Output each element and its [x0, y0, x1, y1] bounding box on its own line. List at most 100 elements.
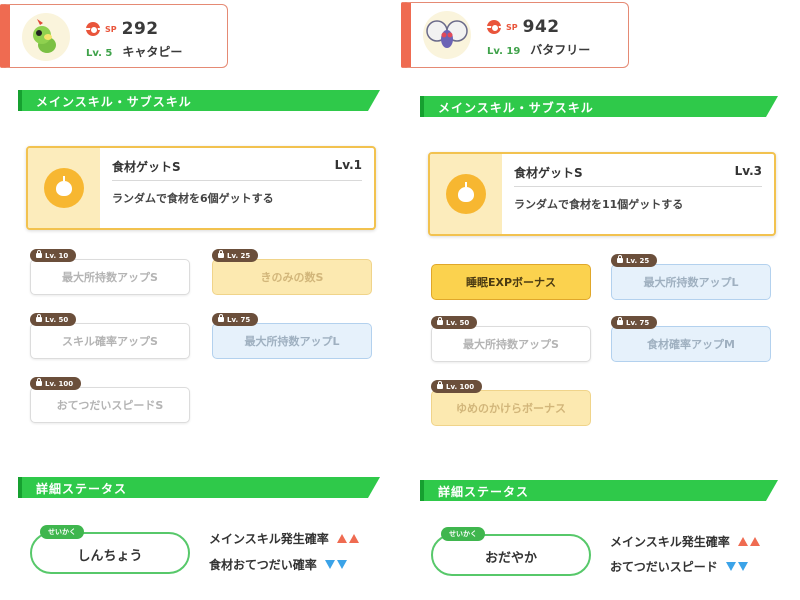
- divider: [514, 186, 762, 187]
- sp-label: SP: [105, 24, 117, 34]
- decrease-arrows-icon: [725, 562, 748, 571]
- lock-icon: [617, 255, 623, 263]
- lock-badge: Lv. 25: [611, 254, 658, 267]
- sub-skill-lv100[interactable]: Lv. 100 おてつだいスピードS: [30, 377, 190, 423]
- effect-label: 食材おてつだい確率: [209, 558, 317, 572]
- lock-badge: Lv. 50: [431, 316, 478, 329]
- sub-skill-label: おてつだいスピードS: [30, 387, 190, 423]
- sub-skill-label: スキル確率アップS: [30, 323, 190, 359]
- section-title: メインスキル・サブスキル: [36, 95, 192, 109]
- unlock-level: Lv. 50: [45, 315, 69, 324]
- unlock-level: Lv. 100: [446, 382, 475, 391]
- unlock-level: Lv. 25: [626, 256, 650, 265]
- apple-icon: [446, 174, 486, 214]
- nature-effect-down: 食材おてつだい確率: [209, 556, 347, 573]
- sub-skill-label: きのみの数S: [212, 259, 372, 295]
- nature-badge: せいかく: [40, 525, 84, 539]
- pokemon-header-card[interactable]: SP 292 Lv. 5 キャタピー: [0, 4, 228, 68]
- lock-badge: Lv. 100: [30, 377, 82, 390]
- level-name-row: Lv. 5 キャタピー: [86, 43, 182, 60]
- main-skill-icon-area: [28, 148, 100, 228]
- unlock-level: Lv. 75: [626, 318, 650, 327]
- sub-skill-lv25[interactable]: Lv. 25 きのみの数S: [212, 249, 372, 295]
- lock-icon: [617, 317, 623, 325]
- increase-arrows-icon: [737, 537, 760, 546]
- lock-badge: Lv. 25: [212, 249, 259, 262]
- pokemon-name: キャタピー: [122, 45, 183, 59]
- unlock-level: Lv. 50: [446, 318, 470, 327]
- sub-skill-unlocked[interactable]: 睡眠EXPボーナス: [431, 264, 591, 300]
- sub-skill-label: ゆめのかけらボーナス: [431, 390, 591, 426]
- decrease-arrows-icon: [324, 560, 347, 569]
- sub-skill-label: 最大所持数アップL: [212, 323, 372, 359]
- pokemon-header-card[interactable]: SP 942 Lv. 19 バタフリー: [401, 2, 629, 68]
- sp-row: SP 942: [487, 17, 560, 37]
- sub-skill-lv75[interactable]: Lv. 75 最大所持数アップL: [212, 313, 372, 359]
- main-skill-card[interactable]: 食材ゲットS Lv.3 ランダムで食材を11個ゲットする: [428, 152, 776, 236]
- sub-skill-lv25[interactable]: Lv. 25 最大所持数アップL: [611, 254, 771, 300]
- effect-label: おてつだいスピード: [610, 560, 718, 574]
- lock-icon: [437, 381, 443, 389]
- sub-skill-lv10[interactable]: Lv. 10 最大所持数アップS: [30, 249, 190, 295]
- apple-icon: [44, 168, 84, 208]
- nature-box[interactable]: せいかく おだやか: [431, 527, 591, 576]
- nature-value: しんちょう: [77, 549, 143, 564]
- section-title: 詳細ステータス: [438, 485, 530, 499]
- nature-badge: せいかく: [441, 527, 485, 541]
- unlock-level: Lv. 25: [227, 251, 251, 260]
- sub-skill-label: 睡眠EXPボーナス: [431, 264, 591, 300]
- lock-icon: [437, 317, 443, 325]
- sub-skill-lv50[interactable]: Lv. 50 スキル確率アップS: [30, 313, 190, 359]
- status-section-header: 詳細ステータス: [18, 477, 380, 498]
- main-skill-name: 食材ゲットS: [112, 160, 181, 174]
- pokemon-name: バタフリー: [530, 43, 591, 57]
- lock-icon: [36, 250, 42, 258]
- right-pokemon-panel: SP 942 Lv. 19 バタフリー メインスキル・サブスキル 食材ゲットS …: [400, 0, 800, 600]
- butterfree-avatar: [423, 11, 471, 59]
- section-title: メインスキル・サブスキル: [438, 101, 594, 115]
- skills-section-header: メインスキル・サブスキル: [18, 90, 380, 111]
- effect-label: メインスキル発生確率: [209, 532, 329, 546]
- sub-skill-label: 食材確率アップM: [611, 326, 771, 362]
- lock-badge: Lv. 75: [212, 313, 259, 326]
- sub-skill-lv100[interactable]: Lv. 100 ゆめのかけらボーナス: [431, 380, 591, 426]
- main-skill-card[interactable]: 食材ゲットS Lv.1 ランダムで食材を6個ゲットする: [26, 146, 376, 230]
- sp-row: SP 292: [86, 19, 159, 39]
- sp-label: SP: [506, 22, 518, 32]
- lock-badge: Lv. 75: [611, 316, 658, 329]
- nature-effect-up: メインスキル発生確率: [610, 533, 760, 550]
- main-skill-description: ランダムで食材を11個ゲットする: [514, 198, 684, 211]
- divider: [112, 180, 362, 181]
- main-skill-level: Lv.3: [734, 164, 762, 178]
- lock-icon: [218, 314, 224, 322]
- main-skill-level: Lv.1: [334, 158, 362, 172]
- sub-skill-label: 最大所持数アップS: [431, 326, 591, 362]
- unlock-level: Lv. 10: [45, 251, 69, 260]
- nature-effect-up: メインスキル発生確率: [209, 530, 359, 547]
- main-skill-icon-area: [430, 154, 502, 234]
- increase-arrows-icon: [336, 534, 359, 543]
- sub-skill-label: 最大所持数アップS: [30, 259, 190, 295]
- nature-value: おだやか: [484, 551, 537, 566]
- nature-box[interactable]: せいかく しんちょう: [30, 525, 190, 574]
- lock-badge: Lv. 10: [30, 249, 77, 262]
- section-title: 詳細ステータス: [36, 482, 128, 496]
- main-skill-name: 食材ゲットS: [514, 166, 583, 180]
- lock-icon: [36, 378, 42, 386]
- lock-badge: Lv. 50: [30, 313, 77, 326]
- unlock-level: Lv. 100: [45, 379, 74, 388]
- effect-label: メインスキル発生確率: [610, 535, 730, 549]
- level-name-row: Lv. 19 バタフリー: [487, 41, 590, 58]
- sp-value: 942: [522, 17, 560, 37]
- status-section-header: 詳細ステータス: [420, 480, 778, 501]
- lock-badge: Lv. 100: [431, 380, 483, 393]
- unlock-level: Lv. 75: [227, 315, 251, 324]
- pokeball-icon: [86, 22, 100, 36]
- sp-value: 292: [121, 19, 159, 39]
- sub-skill-lv50[interactable]: Lv. 50 最大所持数アップS: [431, 316, 591, 362]
- lock-icon: [36, 314, 42, 322]
- lock-icon: [218, 250, 224, 258]
- nature-effect-down: おてつだいスピード: [610, 558, 748, 575]
- pokeball-icon: [487, 20, 501, 34]
- sub-skill-lv75[interactable]: Lv. 75 食材確率アップM: [611, 316, 771, 362]
